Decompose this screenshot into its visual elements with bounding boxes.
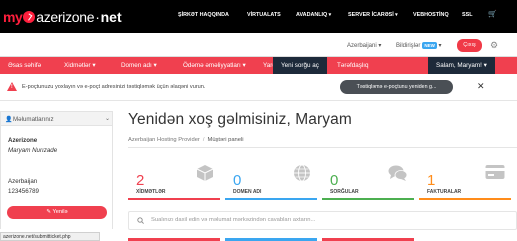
user-country: Azerbaijan — [8, 178, 38, 185]
account-bar: Azerbaijani ▾ Bildirişlər NEW ▾ — [0, 33, 517, 57]
breadcrumb-current: Müştəri paneli — [207, 137, 244, 143]
divider — [128, 147, 517, 148]
logo-dot: · — [95, 9, 100, 25]
notifications-menu[interactable]: Bildirişlər NEW ▾ — [396, 42, 442, 49]
chevron-down-icon[interactable]: ⌄ — [105, 115, 110, 122]
sidebar-title: Məlumatlarınız — [13, 116, 54, 123]
credit-card-icon — [485, 164, 505, 183]
top-header: my azerizone · net ŞİRKƏT HAQQINDA VİRTU… — [0, 0, 517, 33]
breadcrumb: Azerbaijan Hosting Provider / Müştəri pane… — [128, 137, 244, 143]
services-bar — [128, 198, 220, 200]
menu-new-ticket[interactable]: Yeni sorğu aç — [273, 57, 327, 74]
box-icon — [196, 164, 214, 185]
invoices-count: 1 — [427, 172, 436, 189]
breadcrumb-home[interactable]: Azerbaijan Hosting Provider — [128, 137, 200, 143]
language-selector[interactable]: Azerbaijani ▾ — [347, 42, 381, 49]
domains-count: 0 — [233, 172, 242, 189]
tile-domains[interactable]: 0 DOMEN ADI — [225, 162, 317, 200]
menu-domains[interactable]: Domen adı ▾ — [121, 57, 157, 74]
services-count: 2 — [136, 172, 145, 189]
menu-services[interactable]: Xidmətlər ▾ — [64, 57, 96, 74]
menu-home[interactable]: Əsas səhifə — [8, 57, 41, 74]
cart-icon[interactable]: 🛒 — [488, 10, 497, 18]
domains-label: DOMEN ADI — [233, 189, 262, 195]
services-label: XİDMƏTLƏR — [136, 189, 166, 195]
requests-count: 0 — [330, 172, 339, 189]
requests-bar — [322, 198, 414, 200]
main-menu: Əsas səhifə Xidmətlər ▾ Domen adı ▾ Ödəm… — [0, 57, 517, 74]
notifications-caret-icon: ▾ — [438, 43, 442, 49]
tile-requests[interactable]: 0 SORĞULAR — [322, 162, 414, 200]
logo-my: my — [3, 9, 23, 25]
tile-services[interactable]: 2 XİDMƏTLƏR — [128, 162, 220, 200]
sidebar-header[interactable]: 👤 Məlumatlarınız ⌄ — [0, 111, 113, 126]
requests-label: SORĞULAR — [330, 189, 359, 195]
user-full-name: Maryam Nurızade — [8, 147, 58, 154]
warning-icon — [7, 82, 17, 91]
comments-icon — [388, 164, 408, 185]
search-input[interactable]: Sualınızı daxil edin və məlumat mərkəzin… — [151, 217, 315, 223]
domains-bar — [225, 198, 317, 200]
company-name: Azerizone — [8, 137, 38, 144]
breadcrumb-separator: / — [202, 137, 205, 143]
topnav-virtual[interactable]: VİRTUALATS — [247, 12, 281, 18]
knowledgebase-search[interactable]: Sualınızı daxil edin və məlumat mərkəzin… — [128, 211, 517, 230]
update-profile-button[interactable]: ✎ Yenilə — [7, 206, 107, 219]
globe-icon — [293, 164, 311, 185]
logo-net: net — [100, 9, 122, 25]
logo-name: azerizone — [36, 9, 95, 25]
logout-button[interactable]: Çıxış — [457, 39, 482, 52]
topnav-ssl[interactable]: SSL — [462, 12, 472, 18]
invoices-bar — [419, 198, 511, 200]
search-icon — [137, 217, 144, 226]
menu-billing[interactable]: Ödəmə əməliyyatları ▾ — [183, 57, 246, 74]
close-icon[interactable]: ✕ — [477, 82, 485, 91]
topnav-hardware[interactable]: AVADANLIQ — [296, 12, 331, 18]
user-icon: 👤 — [5, 117, 13, 123]
page-title: Yenidən xoş gəlmisiniz, Maryam — [128, 111, 352, 128]
logo-check-icon — [23, 11, 36, 23]
menu-affiliates[interactable]: Tərəfdaşlıq — [337, 57, 369, 74]
new-badge: NEW — [422, 42, 437, 49]
notifications-label: Bildirişlər — [396, 43, 421, 49]
tile-invoices[interactable]: 1 FAKTURALAR — [419, 162, 511, 200]
user-greeting-menu[interactable]: Salam, Maryam! ▾ — [428, 57, 495, 74]
user-phone: 123456789 — [8, 188, 39, 195]
logo[interactable]: my azerizone · net — [3, 7, 122, 27]
invoices-label: FAKTURALAR — [427, 189, 462, 195]
topnav-server-rent[interactable]: SERVER İCARƏSİ — [348, 12, 398, 18]
resend-verification-button[interactable]: Təstiqləmə e-poçtunu yeniden g... — [340, 80, 453, 94]
gear-icon[interactable]: ⚙ — [490, 41, 499, 50]
alert-message: E-poçtunuzu yoxlayın və e-poçt adresiniz… — [22, 84, 206, 90]
topnav-webhosting[interactable]: VEBHOSTİNQ — [413, 12, 449, 18]
topnav-about[interactable]: ŞİRKƏT HAQQINDA — [178, 12, 229, 18]
status-url: azerizone.net/submitticket.php — [0, 232, 100, 241]
